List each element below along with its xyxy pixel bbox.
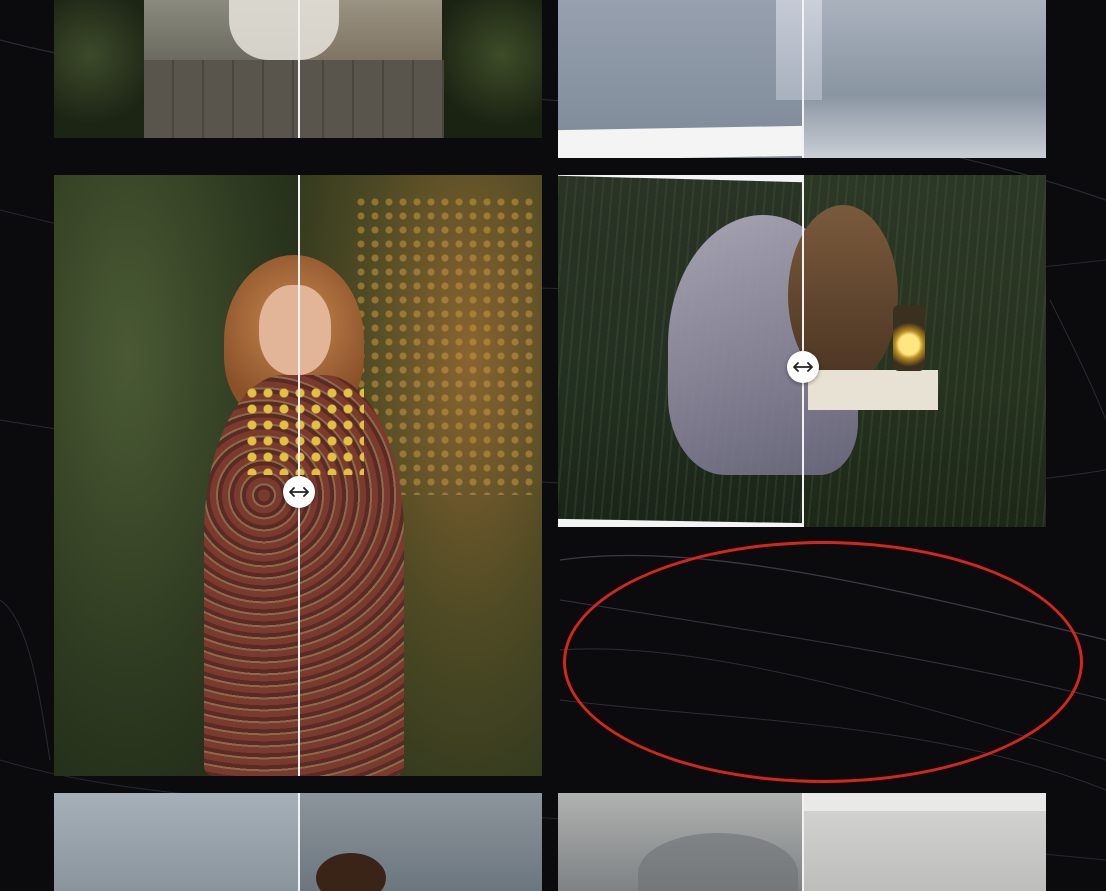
arrows-left-right-icon <box>793 362 813 372</box>
berry-bouquet <box>244 385 364 475</box>
comparison-girl-with-berries[interactable] <box>54 175 542 776</box>
polaroid-frame-edge <box>803 793 1046 811</box>
comparison-handle[interactable] <box>787 351 819 383</box>
comparison-divider[interactable] <box>298 793 300 891</box>
reflection-figure <box>776 0 822 100</box>
girl-face <box>259 285 331 375</box>
lantern <box>893 305 925 371</box>
comparison-girl-with-lantern[interactable] <box>558 175 1046 527</box>
comparison-girl-on-path[interactable] <box>54 0 542 138</box>
comparison-girl-windy-sky[interactable] <box>54 793 542 891</box>
girl-figure <box>229 0 339 60</box>
comparison-handle[interactable] <box>283 476 315 508</box>
comparison-divider[interactable] <box>802 0 804 158</box>
foliage-left <box>54 0 144 138</box>
empty-slot-highlight-ellipse <box>563 541 1083 783</box>
after-photo-girl-in-water <box>803 0 1046 158</box>
comparison-divider[interactable] <box>298 0 300 138</box>
comparison-foggy-landscape[interactable] <box>558 793 1046 891</box>
polaroid-frame-edge <box>558 125 803 158</box>
comparison-divider[interactable] <box>802 793 804 891</box>
comparison-girl-in-water[interactable] <box>558 0 1046 158</box>
foliage-right <box>442 0 542 138</box>
writing-desk <box>808 370 938 410</box>
brick-path <box>144 60 444 138</box>
before-photo-girl-windy-sky <box>54 793 299 891</box>
arrows-left-right-icon <box>289 487 309 497</box>
